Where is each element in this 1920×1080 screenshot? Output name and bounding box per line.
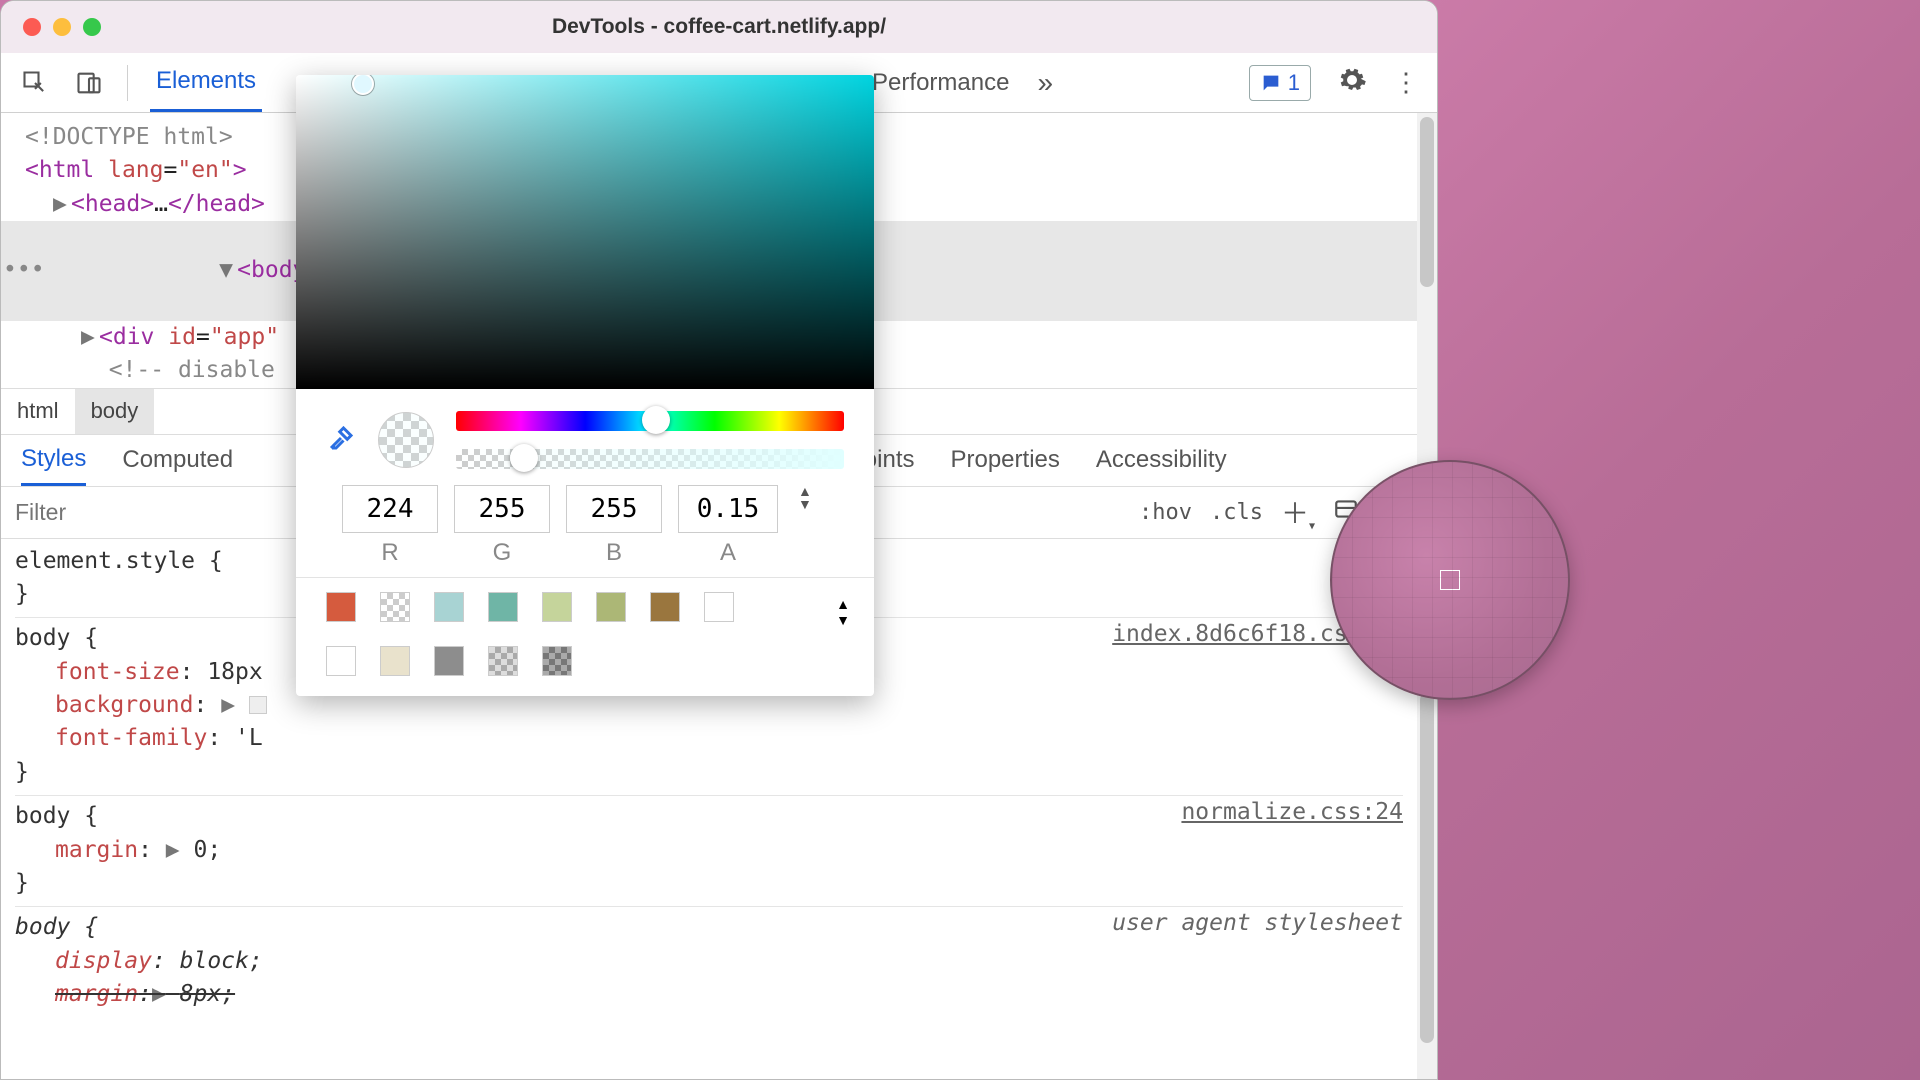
swatch[interactable] [542, 592, 572, 622]
maximize-window-button[interactable] [83, 18, 101, 36]
g-input[interactable] [454, 485, 550, 533]
swatch[interactable] [488, 592, 518, 622]
swatch[interactable] [542, 646, 572, 676]
scrollbar-thumb[interactable] [1420, 117, 1434, 287]
window-title: DevTools - coffee-cart.netlify.app/ [552, 15, 886, 39]
subtab-accessibility[interactable]: Accessibility [1096, 436, 1227, 484]
hue-handle[interactable] [642, 406, 670, 434]
a-label: A [720, 539, 736, 567]
color-value-inputs: R G B A ▲▼ [296, 479, 874, 577]
rule-body-ua[interactable]: user agent stylesheet body { display: bl… [15, 906, 1403, 1011]
messages-badge[interactable]: 1 [1249, 65, 1311, 101]
swatch[interactable] [434, 646, 464, 676]
color-swatches: ▲▼ [296, 577, 874, 696]
hov-toggle[interactable]: :hov [1139, 500, 1192, 525]
titlebar: DevTools - coffee-cart.netlify.app/ [1, 1, 1437, 53]
r-label: R [381, 539, 398, 567]
more-tabs-icon[interactable]: » [1037, 67, 1053, 99]
rule-body-normalize[interactable]: normalize.css:24 body { margin: ▶ 0; } [15, 795, 1403, 900]
cls-toggle[interactable]: .cls [1210, 500, 1263, 525]
saturation-value-plane[interactable] [296, 75, 874, 389]
device-toolbar-icon[interactable] [73, 67, 105, 99]
subtab-computed[interactable]: Computed [122, 436, 233, 484]
subtab-styles[interactable]: Styles [21, 435, 86, 486]
swatch[interactable] [326, 646, 356, 676]
a-input[interactable] [678, 485, 778, 533]
close-window-button[interactable] [23, 18, 41, 36]
b-label: B [606, 539, 622, 567]
scrollbar-thumb[interactable] [1420, 693, 1434, 1043]
b-input[interactable] [566, 485, 662, 533]
swatch[interactable] [326, 592, 356, 622]
tab-elements[interactable]: Elements [150, 53, 262, 112]
eyedropper-magnifier[interactable] [1330, 460, 1570, 700]
swatch[interactable] [380, 592, 410, 622]
color-format-switch[interactable]: ▲▼ [798, 485, 812, 510]
color-picker-popover: R G B A ▲▼ ▲▼ [296, 75, 874, 696]
alpha-handle[interactable] [510, 444, 538, 472]
breadcrumb-html[interactable]: html [1, 389, 75, 434]
more-options-icon[interactable]: ⋮ [1393, 75, 1419, 91]
swatch[interactable] [488, 646, 518, 676]
color-preview [378, 412, 434, 468]
tab-performance[interactable]: Performance [866, 55, 1015, 111]
magnifier-center-pixel [1440, 570, 1460, 590]
subtab-properties[interactable]: Properties [950, 436, 1059, 484]
rule-source-link[interactable]: normalize.css:24 [1181, 796, 1403, 829]
devtools-window: DevTools - coffee-cart.netlify.app/ Elem… [0, 0, 1438, 1080]
settings-icon[interactable] [1337, 65, 1367, 100]
new-style-rule-button[interactable]: ＋▾ [1281, 492, 1315, 533]
window-controls [23, 18, 101, 36]
messages-count: 1 [1288, 70, 1300, 96]
swatch[interactable] [650, 592, 680, 622]
g-label: G [493, 539, 512, 567]
swatch[interactable] [434, 592, 464, 622]
alpha-slider[interactable] [456, 449, 844, 469]
hue-slider[interactable] [456, 411, 844, 431]
rule-source-ua: user agent stylesheet [1112, 907, 1403, 940]
color-swatch-icon[interactable] [249, 696, 267, 714]
toolbar-separator [127, 65, 128, 101]
sv-handle[interactable] [352, 75, 374, 95]
swatch[interactable] [704, 592, 734, 622]
swatch-page-switch[interactable]: ▲▼ [836, 596, 850, 628]
inspect-element-icon[interactable] [19, 67, 51, 99]
swatch[interactable] [596, 592, 626, 622]
r-input[interactable] [342, 485, 438, 533]
minimize-window-button[interactable] [53, 18, 71, 36]
swatch[interactable] [380, 646, 410, 676]
breadcrumb-body[interactable]: body [75, 389, 155, 434]
eyedropper-icon[interactable] [326, 423, 356, 458]
